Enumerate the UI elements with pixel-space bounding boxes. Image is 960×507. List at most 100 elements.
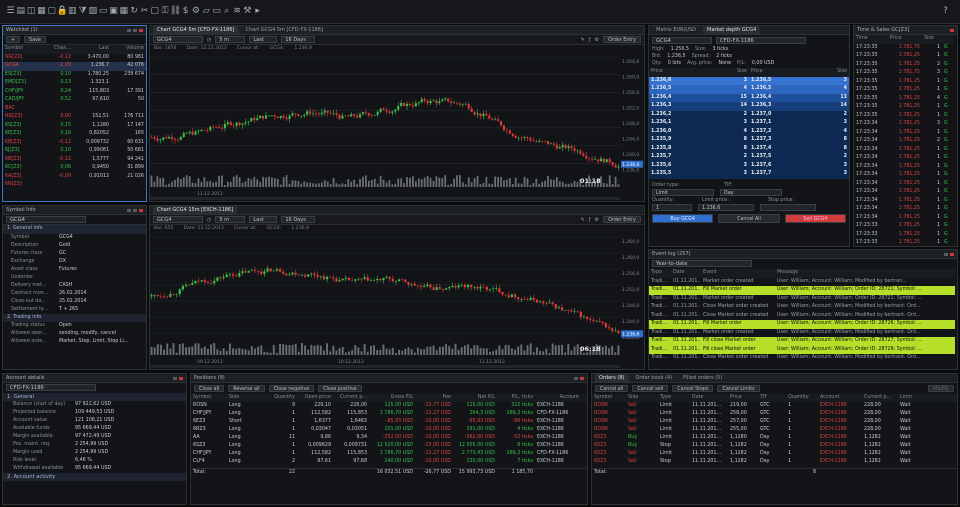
orders-column-header[interactable]: TIF [758, 394, 786, 402]
positions-column-header[interactable]: Symbol [191, 394, 227, 402]
add-symbol-button[interactable]: + [6, 36, 21, 43]
tab-order-book[interactable]: Order book (4) [632, 374, 677, 382]
column-header[interactable]: Last [73, 45, 111, 54]
ask-price[interactable]: 1.236,5 [749, 85, 805, 94]
close-all-button[interactable]: Close all [194, 385, 225, 392]
section-header[interactable]: 1. General [3, 393, 186, 401]
ask-price[interactable]: 1.236,4 [749, 93, 805, 102]
chart-tab[interactable]: Chart GCG4 15m [EXCH-1186] [153, 206, 238, 214]
order-type-select[interactable]: Limit [652, 188, 714, 196]
ask-price[interactable]: 1.237,6 [749, 161, 805, 170]
positions-column-header[interactable]: Side [227, 394, 267, 402]
price-chart-2[interactable]: 1.264,0 1.260,0 1.256,0 1.252,0 1.248,0 1.244… [150, 233, 644, 369]
orders-column-header[interactable]: Type [658, 394, 690, 402]
ask-price[interactable]: 1.236,3 [749, 102, 805, 111]
period-select[interactable]: 5 m [215, 216, 246, 223]
table-row[interactable]: 6SZ3 Buy Limit 11.11.201... 1,1280 Day 1 EXCH-1… [592, 434, 957, 442]
settings-icon[interactable]: ⚙ [595, 37, 599, 43]
watchlist-symbol[interactable]: NG[Z3] [3, 113, 43, 122]
close-positive-button[interactable]: Close positive [318, 385, 362, 392]
orders-column-header[interactable]: Quantity [786, 394, 818, 402]
bid-price[interactable]: 1.235,6 [649, 161, 705, 170]
chart-symbol-select[interactable]: GCG4 [153, 216, 203, 223]
tab-market-depth[interactable]: Market depth GCG4 [703, 26, 761, 34]
maximize-icon[interactable] [133, 28, 137, 32]
watchlist-symbol[interactable]: 6C[Z3] [3, 164, 43, 173]
close-icon[interactable] [580, 376, 584, 380]
watchlist-symbol[interactable]: CHF/JPY [3, 88, 43, 97]
watchlist-symbol[interactable]: ES[Z3] [3, 71, 43, 80]
section-header[interactable]: 2. Account activity [3, 473, 186, 481]
clock-icon[interactable]: ◷ [207, 37, 211, 43]
section-header[interactable]: 1. General info [3, 225, 146, 234]
modify-button[interactable]: Modify [928, 385, 954, 392]
column-header[interactable]: Volume [111, 45, 146, 54]
close-icon[interactable] [950, 28, 954, 32]
table-row[interactable]: CHF/JPY Long 1 112,582 115,853 2 786,70 USD -1… [191, 410, 587, 418]
ask-price[interactable]: 1.237,4 [749, 144, 805, 153]
bid-price[interactable]: 1.236,0 [649, 127, 705, 136]
chart-tab-2[interactable]: Chart GCG4 5m [CFD-FX-1186] [242, 26, 328, 34]
watchlist-symbol[interactable]: GCG4 [3, 62, 43, 71]
bid-price[interactable]: 1.235,9 [649, 136, 705, 145]
chart-scrollbar[interactable] [150, 365, 620, 368]
chart-type-select[interactable]: Last [249, 216, 278, 223]
table-row[interactable]: CLF4 Long 2 97,61 97,68 140,00 USD -10,00 USD 1… [191, 458, 587, 466]
watchlist-symbol[interactable]: 6N[Z3] [3, 181, 43, 190]
watchlist-symbol[interactable]: CAD/JPY [3, 96, 43, 105]
draw-icon[interactable]: ✎ [581, 37, 585, 43]
price-chart-1[interactable]: 1.264,0 1.260,0 1.256,0 1.252,0 1.248,0 1.244… [150, 53, 644, 201]
ask-price[interactable]: 1.237,0 [749, 110, 805, 119]
tab-matrix[interactable]: Matrix EUR/USD [652, 26, 700, 34]
save-button[interactable]: Save [24, 36, 46, 43]
positions-column-header[interactable]: Fee [415, 394, 453, 402]
table-row[interactable]: 6SZ3 Sell Limit 11.11.201... 1,1282 Day 1 EXCH-… [592, 450, 957, 458]
table-row[interactable]: 6RZ3 Long 1 0,03047 0,03051 201,00 USD -10,00 … [191, 426, 587, 434]
cancel-all-button[interactable]: Cancel all [595, 385, 629, 392]
event-column-header[interactable]: Type [649, 269, 671, 278]
orders-column-header[interactable]: Symbol [592, 394, 626, 402]
bid-price[interactable]: 1.235,5 [649, 170, 705, 179]
bid-price[interactable]: 1.236,3 [649, 102, 705, 111]
close-negative-button[interactable]: Close negative [268, 385, 315, 392]
ask-price[interactable]: 1.237,1 [749, 119, 805, 128]
minimize-icon[interactable] [944, 252, 948, 256]
orders-column-header[interactable]: Date [690, 394, 728, 402]
event-filter-select[interactable]: Year-to-date [652, 260, 752, 267]
chart-scrollbar[interactable] [150, 197, 620, 200]
indicator-icon[interactable]: ƒ [589, 217, 591, 223]
depth-symbol-select[interactable]: GCG4 [652, 36, 712, 44]
ask-price[interactable]: 1.237,2 [749, 127, 805, 136]
orders-column-header[interactable]: Price [728, 394, 758, 402]
watchlist-symbol[interactable]: EMD[Z3] [3, 79, 43, 88]
watchlist-symbol[interactable]: 6E[Z3] [3, 130, 43, 139]
minimize-icon[interactable] [127, 208, 131, 212]
symbol-selector[interactable]: GCG4 [6, 216, 86, 223]
watchlist-symbol[interactable]: KE[Z3] [3, 139, 43, 148]
column-header[interactable]: Chan... [43, 45, 73, 54]
watchlist-symbol[interactable]: 6B[Z3] [3, 156, 43, 165]
watchlist-symbol[interactable]: 6J[Z3] [3, 147, 43, 156]
bid-price[interactable]: 1.236,2 [649, 110, 705, 119]
table-row[interactable]: AA Long 11 9,86 9,34 -352,00 USD -10,00 USD -36… [191, 434, 587, 442]
tab-filled-orders[interactable]: Filled orders (5) [679, 374, 726, 382]
minimize-icon[interactable] [574, 376, 578, 380]
stop-price-input[interactable] [760, 203, 816, 211]
minimize-icon[interactable] [127, 28, 131, 32]
maximize-icon[interactable] [133, 208, 137, 212]
order-entry-button[interactable]: Order Entry [603, 216, 641, 223]
limit-price-input[interactable]: 1.236,6 [698, 203, 754, 211]
positions-column-header[interactable]: Current p... [333, 394, 369, 402]
column-header[interactable]: Symbol [3, 45, 43, 54]
close-icon[interactable] [179, 376, 183, 380]
watchlist-symbol[interactable]: 6A[Z3] [3, 173, 43, 182]
chart-tab[interactable]: Chart GCG4 5m [CFD-FX-1186] [153, 26, 239, 34]
chart-type-select[interactable]: Last [249, 36, 278, 43]
order-entry-button[interactable]: Order Entry [603, 36, 641, 43]
cancel-all-button[interactable]: Cancel All [718, 213, 780, 223]
watchlist-symbol[interactable]: NG[Z0] [3, 54, 43, 63]
quantity-input[interactable]: 1 [652, 203, 692, 211]
indicator-icon[interactable]: ƒ [589, 37, 591, 43]
watchlist-symbol[interactable]: 6S[Z3] [3, 122, 43, 131]
ask-price[interactable]: 1.237,5 [749, 153, 805, 162]
